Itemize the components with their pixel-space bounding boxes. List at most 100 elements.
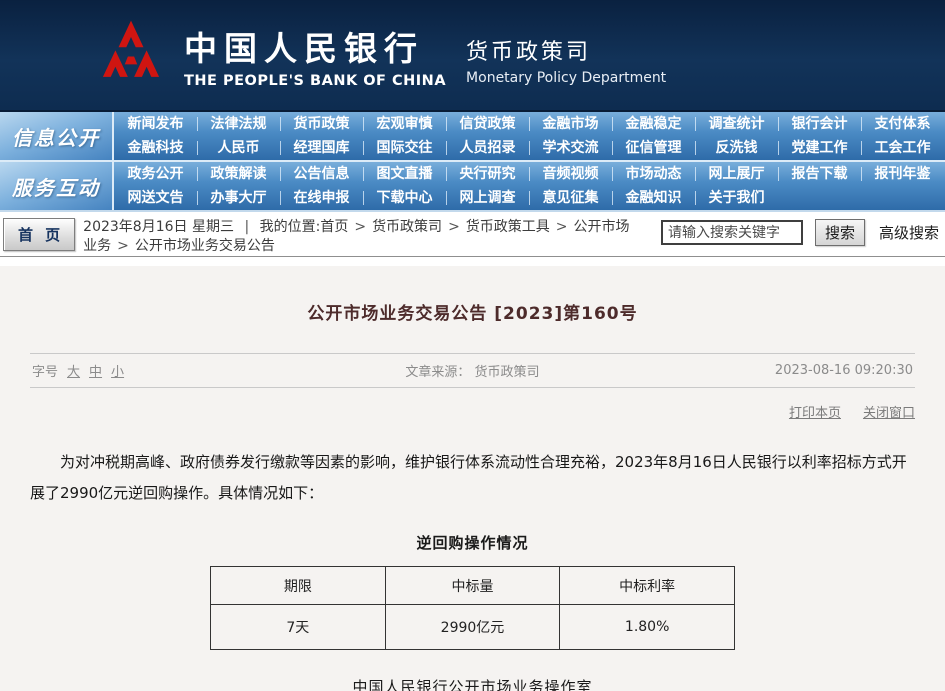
nav-menu-item[interactable]: 市场动态	[612, 162, 695, 186]
pboc-page: 中国人民银行 THE PEOPLE'S BANK OF CHINA 货币政策司 …	[0, 0, 945, 691]
article-datetime: 2023-08-16 09:20:30	[638, 363, 913, 378]
nav-menu-item[interactable]: 国际交往	[363, 136, 446, 160]
nav-menu-item[interactable]: 政务公开	[114, 162, 197, 186]
department-name-en: Monetary Policy Department	[466, 70, 666, 86]
breadcrumb-separator: >	[348, 219, 372, 235]
article-paragraph: 为对冲税期高峰、政府债券发行缴款等因素的影响，维护银行体系流动性合理充裕，202…	[30, 447, 915, 509]
breadcrumb-separator: >	[550, 219, 574, 235]
reverse-repo-table: 期限中标量中标利率 7天 2990亿元 1.80%	[210, 566, 735, 650]
main-nav: 信息公开 新闻发布法律法规货币政策宏观审慎信贷政策金融市场金融稳定调查统计银行会…	[0, 110, 945, 212]
nav-row: 新闻发布法律法规货币政策宏观审慎信贷政策金融市场金融稳定调查统计银行会计支付体系	[114, 112, 945, 136]
nav-menu-item[interactable]: 金融知识	[612, 186, 695, 210]
operation-table-title: 逆回购操作情况	[30, 532, 915, 553]
nav-menu-item[interactable]: 新闻发布	[114, 112, 197, 136]
nav-menu-item[interactable]: 人员招录	[446, 136, 529, 160]
breadcrumb-separator: >	[111, 238, 135, 254]
article-content: 公开市场业务交易公告 [2023]第160号 字号 大 中 小 文章来源： 货币…	[0, 266, 945, 691]
article-signature: 中国人民银行公开市场业务操作室	[30, 676, 915, 691]
nav-row: 网送文告办事大厅在线申报下载中心网上调查意见征集金融知识关于我们	[114, 186, 945, 210]
nav-menu-item[interactable]: 下载中心	[363, 186, 446, 210]
nav-menu-item[interactable]: 音频视频	[529, 162, 612, 186]
nav-section-service-interaction[interactable]: 服务互动	[0, 162, 114, 210]
nav-section-info-disclosure[interactable]: 信息公开	[0, 112, 114, 160]
nav-menu-item[interactable]: 报告下载	[778, 162, 861, 186]
nav-menu-item[interactable]: 支付体系	[861, 112, 944, 136]
nav-band-info: 信息公开 新闻发布法律法规货币政策宏观审慎信贷政策金融市场金融稳定调查统计银行会…	[0, 112, 945, 160]
nav-menu-item[interactable]: 银行会计	[778, 112, 861, 136]
breadcrumb-divider: |	[238, 219, 255, 235]
nav-menu-item[interactable]: 金融市场	[529, 112, 612, 136]
nav-menu-item[interactable]: 工会工作	[861, 136, 944, 160]
nav-menu-item[interactable]: 图文直播	[363, 162, 446, 186]
table-header-cell: 期限	[211, 567, 386, 605]
home-button[interactable]: 首 页	[3, 218, 75, 251]
table-header-row: 期限中标量中标利率	[211, 567, 735, 605]
advanced-search-link[interactable]: 高级搜索	[879, 222, 939, 243]
table-body: 7天 2990亿元 1.80%	[211, 605, 735, 650]
nav-row: 政务公开政策解读公告信息图文直播央行研究音频视频市场动态网上展厅报告下载报刊年鉴	[114, 162, 945, 186]
nav-menu-item[interactable]: 学术交流	[529, 136, 612, 160]
breadcrumb: 2023年8月16日 星期三 | 我的位置:首页>货币政策司>货币政策工具>公开…	[83, 216, 635, 256]
nav-menu-item[interactable]: 政策解读	[197, 162, 280, 186]
site-header: 中国人民银行 THE PEOPLE'S BANK OF CHINA 货币政策司 …	[0, 0, 945, 110]
nav-menu-item[interactable]: 报刊年鉴	[861, 162, 944, 186]
breadcrumb-date: 2023年8月16日 星期三	[83, 219, 234, 235]
nav-menu-item[interactable]: 意见征集	[529, 186, 612, 210]
nav-menu-item[interactable]: 调查统计	[695, 112, 778, 136]
print-page-link[interactable]: 打印本页	[789, 402, 841, 421]
bank-name-cn: 中国人民银行	[184, 22, 446, 70]
nav-menu-item[interactable]: 公告信息	[280, 162, 363, 186]
search-input[interactable]	[661, 220, 803, 245]
nav-menu-item[interactable]: 办事大厅	[197, 186, 280, 210]
font-size-controls: 字号 大 中 小	[32, 361, 307, 380]
nav-menu-item[interactable]: 网上调查	[446, 186, 529, 210]
department-name-block: 货币政策司 Monetary Policy Department	[466, 24, 666, 86]
nav-menu-item[interactable]: 金融科技	[114, 136, 197, 160]
article-meta-bar: 字号 大 中 小 文章来源： 货币政策司 2023-08-16 09:20:30	[30, 353, 915, 388]
article-title: 公开市场业务交易公告 [2023]第160号	[30, 299, 915, 324]
font-size-small-link[interactable]: 小	[111, 361, 124, 380]
nav-menu-item[interactable]: 党建工作	[778, 136, 861, 160]
nav-menu-item[interactable]: 关于我们	[695, 186, 778, 210]
article-source: 文章来源： 货币政策司	[307, 361, 637, 380]
nav-menu-item[interactable]: 在线申报	[280, 186, 363, 210]
bank-name-block: 中国人民银行 THE PEOPLE'S BANK OF CHINA	[184, 22, 446, 89]
breadcrumb-location-label[interactable]: 我的位置:首页	[260, 219, 349, 235]
department-name-cn: 货币政策司	[466, 34, 666, 66]
nav-row: 金融科技人民币经理国库国际交往人员招录学术交流征信管理反洗钱党建工作工会工作	[114, 136, 945, 160]
nav-menu-item[interactable]: 金融稳定	[612, 112, 695, 136]
table-header-cell: 中标利率	[560, 567, 735, 605]
window-links: 打印本页 关闭窗口	[30, 402, 915, 421]
nav-rows-info: 新闻发布法律法规货币政策宏观审慎信贷政策金融市场金融稳定调查统计银行会计支付体系…	[114, 112, 945, 160]
breadcrumb-link[interactable]: 货币政策司	[372, 219, 442, 235]
nav-menu-item[interactable]: 货币政策	[280, 112, 363, 136]
search-button[interactable]: 搜索	[815, 219, 865, 246]
table-cell-rate: 1.80%	[560, 605, 735, 650]
breadcrumb-link[interactable]: 货币政策工具	[466, 219, 550, 235]
nav-menu-item[interactable]: 信贷政策	[446, 112, 529, 136]
pboc-logo-icon	[92, 16, 170, 94]
nav-menu-item[interactable]: 网上展厅	[695, 162, 778, 186]
table-cell-volume: 2990亿元	[385, 605, 560, 650]
nav-menu-item[interactable]: 央行研究	[446, 162, 529, 186]
nav-rows-service: 政务公开政策解读公告信息图文直播央行研究音频视频市场动态网上展厅报告下载报刊年鉴…	[114, 162, 945, 210]
nav-menu-item[interactable]: 网送文告	[114, 186, 197, 210]
nav-menu-item[interactable]: 法律法规	[197, 112, 280, 136]
table-row: 7天 2990亿元 1.80%	[211, 605, 735, 650]
nav-menu-item[interactable]: 人民币	[197, 136, 280, 160]
nav-menu-item[interactable]: 征信管理	[612, 136, 695, 160]
breadcrumb-link[interactable]: 公开市场业务交易公告	[135, 238, 275, 254]
font-size-medium-link[interactable]: 中	[89, 361, 102, 380]
breadcrumb-separator: >	[442, 219, 466, 235]
font-size-large-link[interactable]: 大	[67, 361, 80, 380]
table-header-cell: 中标量	[385, 567, 560, 605]
breadcrumb-bar: 首 页 2023年8月16日 星期三 | 我的位置:首页>货币政策司>货币政策工…	[0, 212, 945, 257]
nav-menu-item[interactable]: 反洗钱	[695, 136, 778, 160]
nav-menu-item[interactable]: 宏观审慎	[363, 112, 446, 136]
font-size-label: 字号	[32, 361, 58, 380]
table-cell-term: 7天	[211, 605, 386, 650]
nav-band-service: 服务互动 政务公开政策解读公告信息图文直播央行研究音频视频市场动态网上展厅报告下…	[0, 160, 945, 210]
bank-name-en: THE PEOPLE'S BANK OF CHINA	[184, 73, 446, 89]
close-window-link[interactable]: 关闭窗口	[863, 402, 915, 421]
nav-menu-item[interactable]: 经理国库	[280, 136, 363, 160]
